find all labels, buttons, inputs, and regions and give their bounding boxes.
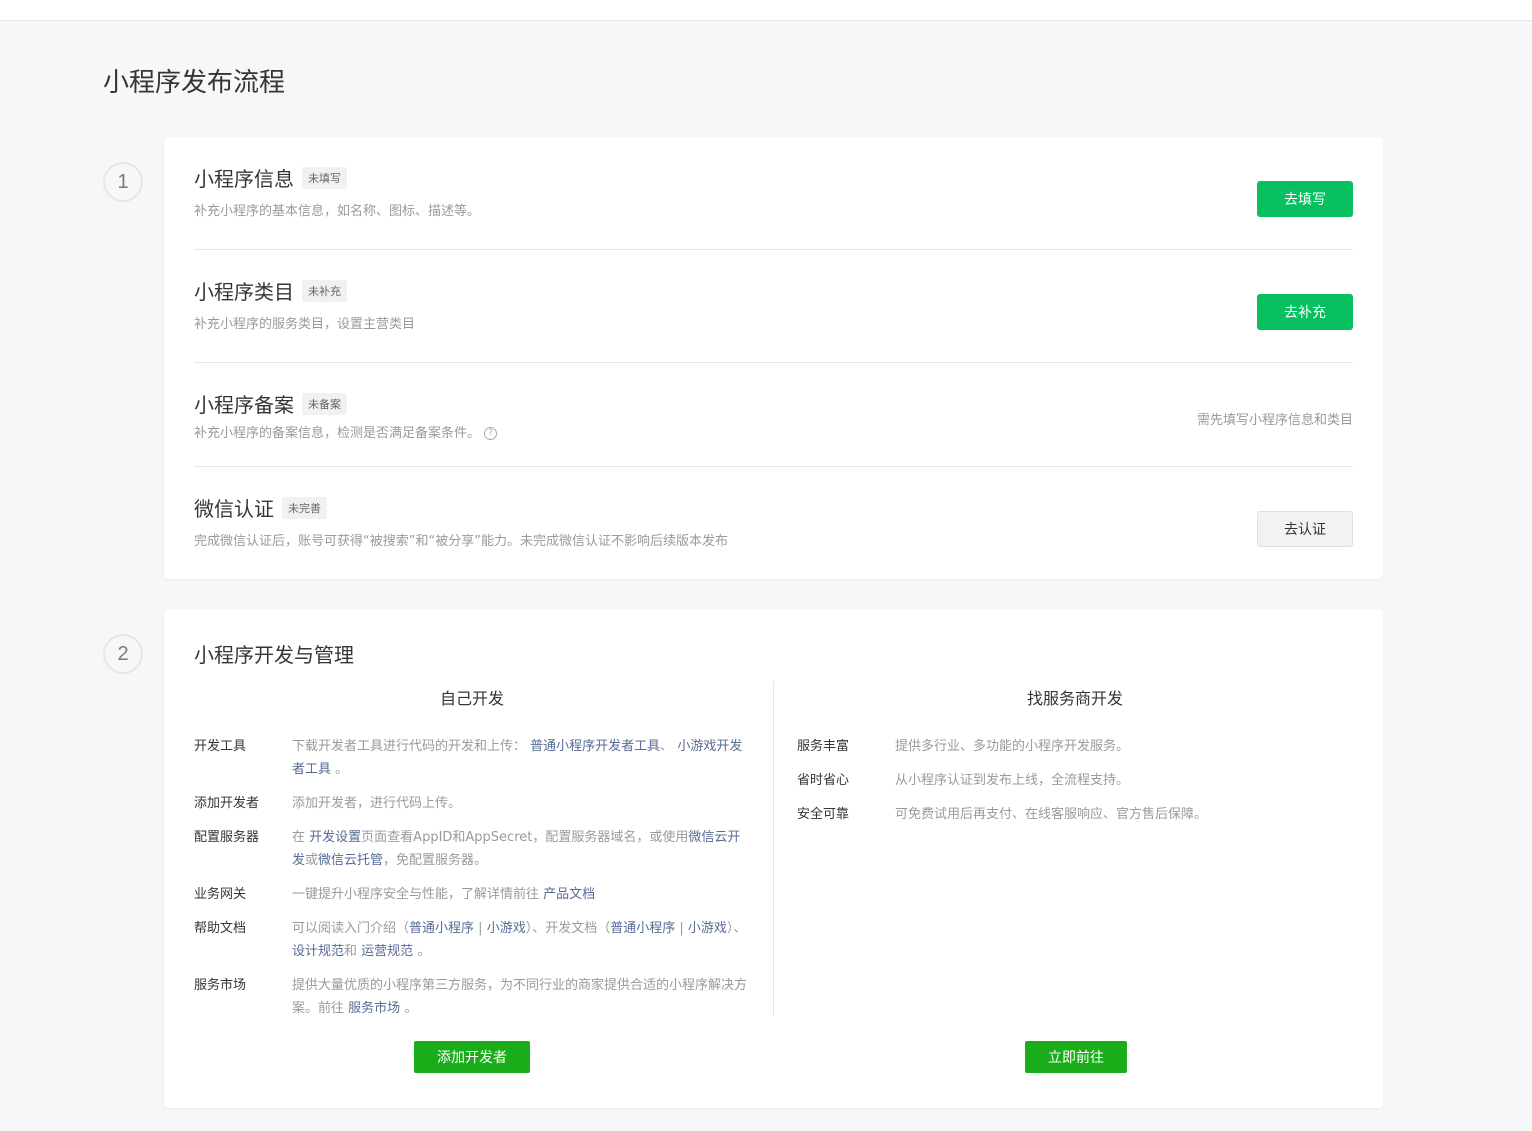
link-intro-miniprogram[interactable]: 普通小程序: [409, 921, 474, 936]
item-label: 服务市场: [194, 978, 247, 993]
row-miniprogram-info: 小程序信息 未填写 补充小程序的基本信息，如名称、图标、描述等。: [194, 163, 1353, 219]
link-miniprogram-devtools[interactable]: 普通小程序开发者工具: [530, 739, 660, 754]
list-item-vendor-rich-services: 服务丰富 提供多行业、多功能的小程序开发服务。: [797, 735, 1353, 758]
row-title: 微信认证: [194, 497, 274, 521]
list-item-vendor-secure: 安全可靠 可免费试用后再支付、在线客服响应、官方售后保障。: [797, 803, 1353, 826]
section-title: 小程序开发与管理: [194, 643, 354, 667]
column-divider: [773, 681, 774, 1016]
status-badge: 未填写: [302, 166, 347, 189]
row-miniprogram-filing: 小程序备案 未备案 补充小程序的备案信息，检测是否满足备案条件。?: [194, 389, 1353, 441]
item-desc: 从小程序认证到发布上线，全流程支持。: [895, 773, 1130, 788]
item-label: 服务丰富: [797, 739, 850, 754]
publish-steps-card: 小程序信息 未填写 补充小程序的基本信息，如名称、图标、描述等。 去填写 小程序类…: [164, 137, 1383, 579]
top-bar: [0, 0, 1532, 21]
link-product-docs[interactable]: 产品文档: [543, 887, 595, 902]
step-number-1: 1: [103, 162, 143, 202]
status-badge: 未完善: [282, 496, 327, 519]
filing-prerequisite-hint: 需先填写小程序信息和类目: [1196, 413, 1353, 428]
link-docs-miniprogram[interactable]: 普通小程序: [610, 921, 675, 936]
help-icon[interactable]: ?: [484, 427, 498, 440]
item-desc: 提供大量优质的小程序第三方服务，为不同行业的商家提供合适的小程序解决方案。前往 …: [292, 978, 748, 1016]
link-docs-minigame[interactable]: 小游戏: [688, 921, 727, 936]
item-label: 业务网关: [194, 887, 247, 902]
row-title: 小程序信息: [194, 167, 294, 191]
status-badge: 未备案: [302, 392, 347, 415]
list-item-service-market: 服务市场 提供大量优质的小程序第三方服务，为不同行业的商家提供合适的小程序解决方…: [194, 974, 750, 1020]
step-number-2: 2: [103, 634, 143, 674]
column-heading: 自己开发: [439, 689, 504, 708]
item-desc: 在 开发设置页面查看AppID和AppSecret，配置服务器域名，或使用微信云…: [292, 830, 741, 868]
item-desc: 可以阅读入门介绍（普通小程序 | 小游戏）、开发文档（普通小程序 | 小游戏）、…: [292, 921, 747, 959]
item-desc: 一键提升小程序安全与性能，了解详情前往 产品文档: [292, 887, 596, 902]
link-service-market[interactable]: 服务市场: [348, 1001, 400, 1016]
divider: [194, 249, 1353, 250]
row-desc: 补充小程序的服务类目，设置主营类目: [194, 317, 416, 332]
dev-management-card: 小程序开发与管理 自己开发 开发工具 下载开发者工具进行代码的开发和上传： 普通…: [164, 609, 1383, 1108]
link-intro-minigame[interactable]: 小游戏: [487, 921, 526, 936]
item-label: 安全可靠: [797, 807, 850, 822]
status-badge: 未补充: [302, 279, 347, 302]
go-now-button[interactable]: 立即前往: [1025, 1041, 1127, 1073]
divider: [194, 466, 1353, 467]
list-item-add-developer: 添加开发者 添加开发者，进行代码上传。: [194, 792, 750, 815]
fill-info-button[interactable]: 去填写: [1257, 181, 1353, 217]
item-label: 帮助文档: [194, 921, 247, 936]
item-label: 添加开发者: [194, 796, 260, 811]
add-developer-button[interactable]: 添加开发者: [414, 1041, 530, 1073]
item-desc: 可免费试用后再支付、在线客服响应、官方售后保障。: [895, 807, 1208, 822]
row-wechat-verification: 微信认证 未完善 完成微信认证后，账号可获得“被搜索”和“被分享”能力。未完成微信…: [194, 493, 1353, 549]
item-desc: 提供多行业、多功能的小程序开发服务。: [895, 739, 1130, 754]
list-item-config-server: 配置服务器 在 开发设置页面查看AppID和AppSecret，配置服务器域名，…: [194, 826, 750, 872]
row-desc: 补充小程序的备案信息，检测是否满足备案条件。?: [194, 422, 1353, 441]
verify-button[interactable]: 去认证: [1257, 511, 1353, 547]
item-label: 省时省心: [797, 773, 850, 788]
item-desc: 添加开发者，进行代码上传。: [292, 796, 462, 811]
row-desc: 补充小程序的基本信息，如名称、图标、描述等。: [194, 204, 481, 219]
row-desc: 完成微信认证后，账号可获得“被搜索”和“被分享”能力。未完成微信认证不影响后续版…: [194, 534, 728, 549]
link-dev-settings[interactable]: 开发设置: [309, 830, 361, 845]
column-heading: 找服务商开发: [1026, 689, 1123, 708]
self-develop-column: 自己开发 开发工具 下载开发者工具进行代码的开发和上传： 普通小程序开发者工具、…: [194, 685, 750, 1020]
divider: [194, 362, 1353, 363]
vendor-develop-column: 找服务商开发 服务丰富 提供多行业、多功能的小程序开发服务。 省时省心 从小程序…: [797, 685, 1353, 826]
list-item-dev-tools: 开发工具 下载开发者工具进行代码的开发和上传： 普通小程序开发者工具、 小游戏开…: [194, 735, 750, 781]
item-desc: 下载开发者工具进行代码的开发和上传： 普通小程序开发者工具、 小游戏开发者工具 …: [292, 739, 743, 777]
item-label: 开发工具: [194, 739, 247, 754]
row-title: 小程序类目: [194, 280, 294, 304]
link-wechat-cloud-hosting[interactable]: 微信云托管: [318, 853, 383, 868]
row-title: 小程序备案: [194, 393, 294, 417]
page-title: 小程序发布流程: [103, 68, 286, 98]
link-operation-rules[interactable]: 运营规范: [361, 944, 413, 959]
item-label: 配置服务器: [194, 830, 260, 845]
supplement-category-button[interactable]: 去补充: [1257, 294, 1353, 330]
list-item-vendor-save-time: 省时省心 从小程序认证到发布上线，全流程支持。: [797, 769, 1353, 792]
list-item-business-gateway: 业务网关 一键提升小程序安全与性能，了解详情前往 产品文档: [194, 883, 750, 906]
list-item-help-docs: 帮助文档 可以阅读入门介绍（普通小程序 | 小游戏）、开发文档（普通小程序 | …: [194, 917, 750, 963]
row-miniprogram-category: 小程序类目 未补充 补充小程序的服务类目，设置主营类目: [194, 276, 1353, 332]
link-design-guide[interactable]: 设计规范: [292, 944, 344, 959]
